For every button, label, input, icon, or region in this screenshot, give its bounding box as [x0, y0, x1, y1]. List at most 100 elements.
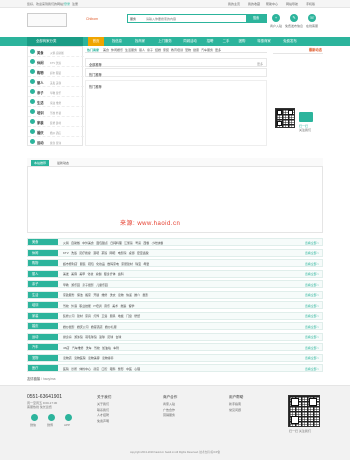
- category-icon: [30, 119, 35, 124]
- tab-7[interactable]: 结婚: [155, 48, 161, 52]
- footer-icon-label-2: 微博: [47, 423, 54, 427]
- category-row: 婚庆 婚纱摄影 婚庆公司 婚宴酒店 婚纱礼服 查看全部 >: [27, 322, 323, 330]
- category-row: 宠物 宠物店 宠物医院 宠物美容 宠物寄养 查看全部 >: [27, 353, 323, 362]
- tab-11[interactable]: 健康: [193, 48, 199, 52]
- nav-item-10[interactable]: 免费发布: [280, 37, 300, 46]
- nav-item-3[interactable]: 找商家: [130, 37, 150, 46]
- footer-qr-caption: 扫一扫 关注我们: [289, 429, 311, 433]
- category-icon: [30, 59, 35, 64]
- nav-item-4[interactable]: 上门服务: [153, 37, 177, 46]
- footer-phone: 0551-63641901: [27, 394, 63, 400]
- tab-6[interactable]: 亲子: [147, 48, 153, 52]
- sidebar-item[interactable]: 休闲 KTV 洗浴: [28, 57, 84, 67]
- sidebar-item[interactable]: 运动 健身 游泳: [28, 137, 84, 147]
- top-link-3[interactable]: 帮助中心: [266, 2, 278, 6]
- sidebar-item[interactable]: 家装 装修 建材: [28, 117, 84, 127]
- site-logo[interactable]: [27, 13, 67, 27]
- center-tabs: 热门商家 美食 休闲娱乐 生活服务 丽人 亲子 结婚 家装 教育培训 宠物 健康…: [85, 46, 267, 53]
- welcome-text: 您好，欢迎来到我们的网站！: [27, 2, 67, 6]
- panel-title: 最新动态: [273, 46, 323, 54]
- category-row: 休闲 KTV 洗浴 足疗按摩 酒吧 茶馆 网吧 电影院 桌游 密室逃脱 查看全部 >: [27, 248, 323, 257]
- tab-4[interactable]: 生活服务: [125, 48, 137, 52]
- publish-icon[interactable]: ✎: [290, 14, 298, 22]
- nav-item-7[interactable]: 二手: [219, 37, 233, 46]
- category-icon: [30, 79, 35, 84]
- wechat-icon[interactable]: [31, 414, 38, 421]
- tab-10[interactable]: 宠物: [185, 48, 191, 52]
- news-tabs: 本站推荐 最新动态: [27, 158, 323, 167]
- category-row: 美食 火锅 自助餐 中外美食 面包甜点 日韩料理 江浙菜 粤菜 西餐 小吃快餐 查看…: [27, 238, 323, 246]
- nav-item-home[interactable]: 首页: [88, 37, 104, 46]
- login-link[interactable]: 登录: [64, 2, 70, 6]
- category-icon: [30, 109, 35, 114]
- sidebar-item[interactable]: 美食 火锅 自助餐: [28, 47, 84, 57]
- main-nav: 全部商家分类 首页 找信息 找商家 上门服务 同城活动 招聘 二手 团购 特惠商…: [0, 37, 350, 46]
- footer-line-2: 客服热线 免长途费: [27, 405, 52, 409]
- nav-item-6[interactable]: 招聘: [203, 37, 217, 46]
- recommend-bar-2[interactable]: 热门推荐: [85, 68, 267, 77]
- category-row: 家装 装修公司 建材 家具 灯饰 卫浴 厨具 地板 门窗 壁纸 查看全部 >: [27, 311, 323, 320]
- city-selector[interactable]: Chibom: [86, 17, 98, 21]
- tab-13[interactable]: 更多: [215, 48, 221, 52]
- sidebar-item[interactable]: 培训 驾校 外语: [28, 107, 84, 117]
- service-label: 在线客服: [305, 24, 318, 28]
- tab-recommend[interactable]: 本站推荐: [31, 159, 50, 166]
- top-link-4[interactable]: 网站导航: [286, 2, 298, 6]
- tab-12[interactable]: 汽车服务: [201, 48, 213, 52]
- top-link-5[interactable]: 手机版: [306, 2, 315, 6]
- search-input[interactable]: [146, 16, 236, 22]
- register-link[interactable]: 注册: [72, 2, 78, 6]
- sidebar-item[interactable]: 购物 超市 服装: [28, 67, 84, 77]
- weibo-icon[interactable]: [48, 414, 55, 421]
- friend-links-title: 友情链接: [27, 377, 41, 381]
- sidebar-item[interactable]: 婚庆 婚纱 酒店: [28, 127, 84, 137]
- category-icon: [30, 99, 35, 104]
- wechat-icon: [299, 112, 313, 122]
- service-icon[interactable]: ☏: [308, 14, 316, 22]
- category-icon: [30, 69, 35, 74]
- friend-links-text[interactable]: / haoyima: [41, 377, 55, 381]
- tab-latest[interactable]: 最新动态: [57, 161, 69, 165]
- footer-qr-code: [288, 395, 320, 427]
- footer-col-business: 商户合作 商家入驻 广告合作 营销服务: [163, 395, 178, 418]
- tab-3[interactable]: 休闲娱乐: [111, 48, 123, 52]
- friend-links: 友情链接 / haoyima: [27, 376, 55, 381]
- tab-1[interactable]: 热门商家: [87, 48, 99, 52]
- recommend-bar-1[interactable]: 全部推荐 更多: [85, 58, 267, 67]
- nav-item-9[interactable]: 特惠商家: [254, 37, 274, 46]
- tab-5[interactable]: 丽人: [139, 48, 145, 52]
- qr-caption-2: 关注我们: [299, 128, 312, 132]
- all-categories-button[interactable]: 全部商家分类: [27, 37, 83, 46]
- category-row: 购物 超市便利店 服装 鞋包 化妆品 数码家电 家居建材 珠宝 母婴 查看全部 >: [27, 259, 323, 267]
- tab-9[interactable]: 教育培训: [171, 48, 183, 52]
- sidebar-item[interactable]: 亲子 早教 游乐: [28, 87, 84, 97]
- category-icon: [30, 89, 35, 94]
- top-link-1[interactable]: 我的主页: [228, 2, 240, 6]
- category-row: 运动 健身房 游泳馆 羽毛球馆 篮球 足球 台球 查看全部 >: [27, 332, 323, 341]
- search-type-select[interactable]: 服务: [130, 17, 136, 21]
- category-icon: [30, 139, 35, 144]
- search-box: 服务 搜索: [127, 14, 267, 23]
- nav-item-5[interactable]: 同城活动: [180, 37, 200, 46]
- tab-8[interactable]: 家装: [163, 48, 169, 52]
- top-bar: 您好，欢迎来到我们的网站！ 登录 注册 我的主页 我的收藏 帮助中心 网站导航 …: [0, 0, 350, 8]
- app-icon[interactable]: [65, 414, 72, 421]
- nav-item-2[interactable]: 找信息: [107, 37, 127, 46]
- copyright: copyright 2013-2019 haoid.cn haoid.cn Al…: [129, 451, 221, 454]
- footer-col-about: 关于我们 关于我们 联系我们 人才招聘 免责声明: [97, 395, 112, 423]
- merchant-join-icon[interactable]: +: [272, 14, 280, 22]
- tab-2[interactable]: 美食: [103, 48, 109, 52]
- category-row: 医疗 医院 诊所 体检中心 药店 口腔 眼科 整形 中医 心理 查看全部 >: [27, 364, 323, 372]
- category-icon: [30, 129, 35, 134]
- footer-col-help: 用户帮助 新手指南 常见问题: [229, 395, 244, 412]
- source-watermark: 来源: www.haoid.cn: [120, 221, 181, 227]
- top-link-2[interactable]: 我的收藏: [248, 2, 260, 6]
- sidebar-item[interactable]: 生活 家政 维修: [28, 97, 84, 107]
- category-row: 丽人 美发 美容 美甲 化妆 瑜伽 瘦身纤体 齿科 查看全部 >: [27, 269, 323, 278]
- nav-item-8[interactable]: 团购: [235, 37, 249, 46]
- sidebar-item[interactable]: 丽人 美发 美容: [28, 77, 84, 87]
- category-row: 生活 家政服务 保洁 搬家 开锁 维修 洗衣 宠物 快递 婚介 摄影 查看全部 >: [27, 290, 323, 299]
- footer-icon-label-1: 微信: [30, 423, 37, 427]
- right-panel: 最新动态 扫一扫 关注我们: [273, 46, 323, 146]
- search-button[interactable]: 搜索: [246, 15, 266, 22]
